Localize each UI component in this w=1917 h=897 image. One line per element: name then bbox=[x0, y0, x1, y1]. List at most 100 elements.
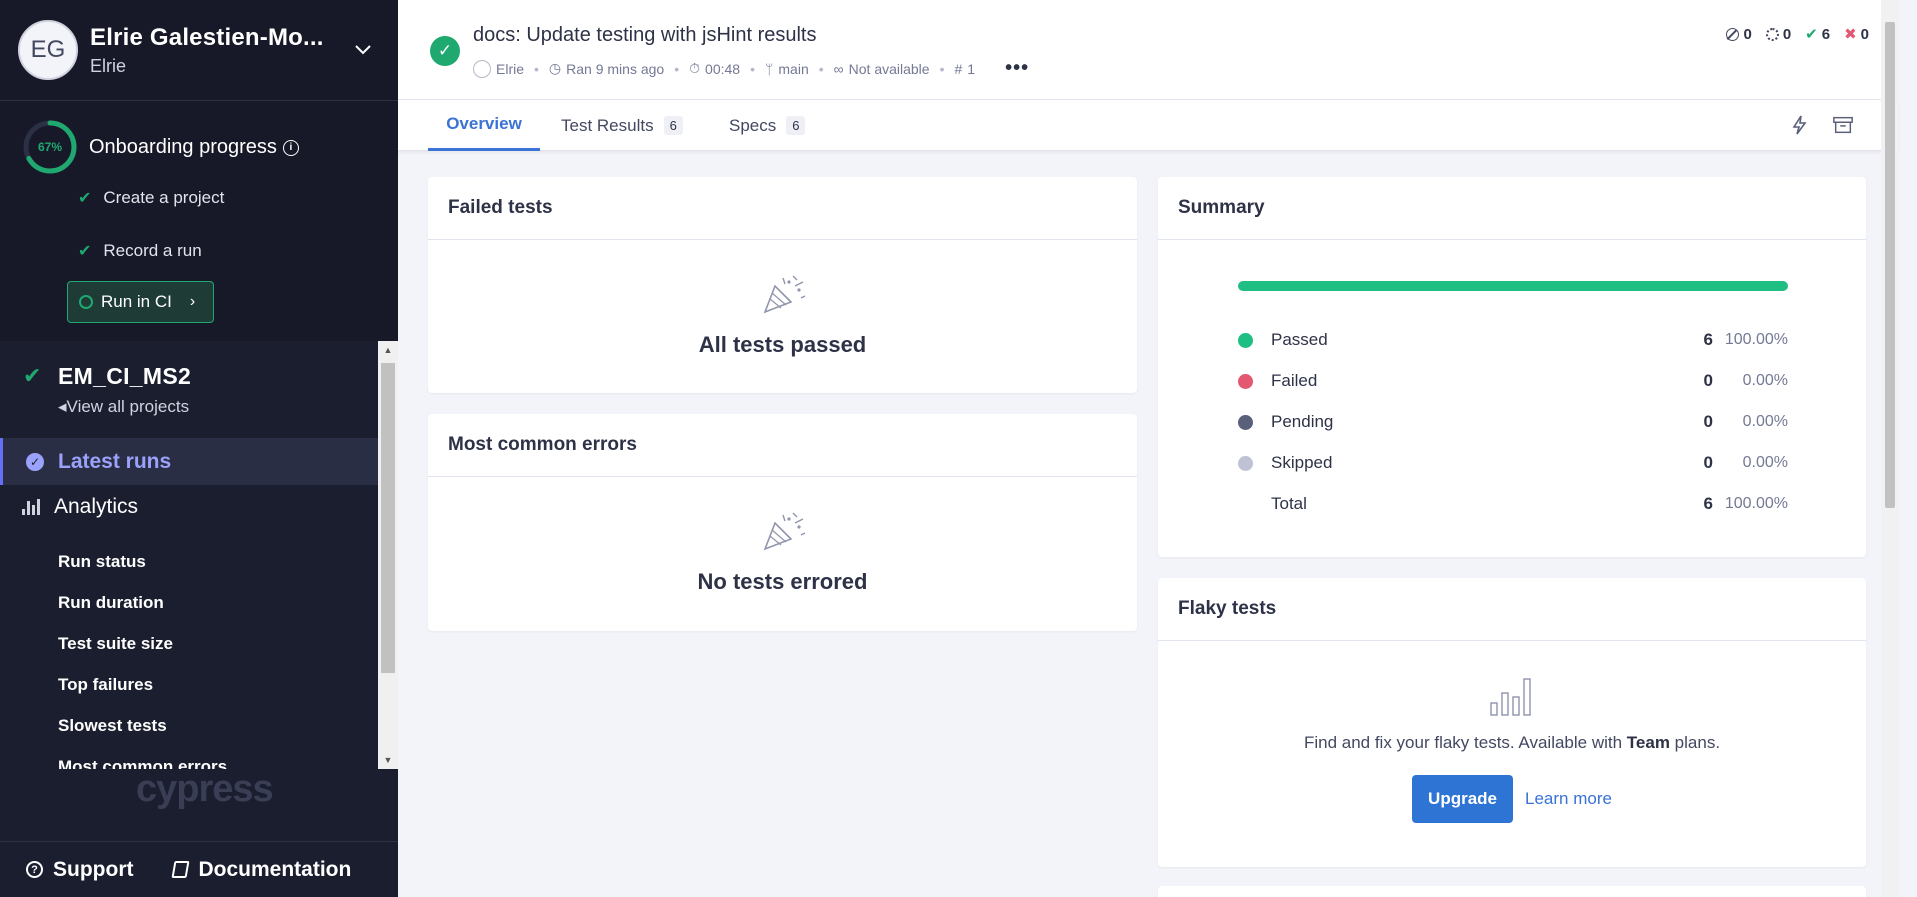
passed-status-icon: ✓ bbox=[430, 36, 460, 66]
archive-icon[interactable] bbox=[1832, 114, 1854, 136]
nav-top-failures[interactable]: Top failures bbox=[58, 675, 153, 695]
party-popper-icon bbox=[763, 275, 805, 314]
summary-row-total: Total 6 100.00% bbox=[1271, 494, 1788, 513]
empty-state-text: No tests errored bbox=[697, 569, 868, 594]
failed-count: ✖ 0 bbox=[1844, 25, 1869, 44]
sidebar-footer: ? Support Documentation bbox=[0, 841, 398, 897]
onboarding-step: ✔ Create a project bbox=[78, 188, 225, 207]
summary-row-pending: Pending 0 0.00% bbox=[1238, 410, 1788, 434]
bar-chart-icon bbox=[22, 499, 40, 515]
flaky-description: Find and fix your flaky tests. Available… bbox=[1303, 733, 1721, 752]
run-header: ✓ docs: Update testing with jsHint resul… bbox=[398, 0, 1899, 100]
onboarding-title: Onboarding progress i bbox=[89, 136, 299, 159]
summary-card: Summary Passed 6 100.00% Failed 0 0.00% … bbox=[1158, 177, 1866, 557]
onboarding-step: ✔ Record a run bbox=[78, 241, 202, 260]
scroll-thumb[interactable] bbox=[381, 363, 395, 673]
org-switcher[interactable]: EG Elrie Galestien-Mo... Elrie bbox=[0, 0, 398, 101]
clock-icon: ◷ bbox=[548, 60, 562, 76]
question-icon: ? bbox=[26, 861, 43, 878]
sidebar: EG Elrie Galestien-Mo... Elrie 67% Onboa… bbox=[0, 0, 398, 897]
card-title: Most common errors bbox=[428, 414, 1137, 477]
scroll-up-icon[interactable]: ▲ bbox=[378, 341, 398, 359]
run-meta: Elrie • ◷ Ran 9 mins ago • ⏱ 00:48 • ᛘ main… bbox=[473, 57, 1029, 80]
learn-more-link[interactable]: Learn more bbox=[1525, 789, 1612, 809]
nav-run-duration[interactable]: Run duration bbox=[58, 593, 164, 613]
nav-slowest-tests[interactable]: Slowest tests bbox=[58, 716, 167, 736]
check-icon: ✔ bbox=[1805, 26, 1818, 43]
tab-test-results[interactable]: Test Results 6 bbox=[561, 100, 683, 151]
chevron-right-icon: › bbox=[189, 293, 196, 310]
avatar: EG bbox=[18, 20, 78, 80]
run-in-ci-button[interactable]: Run in CI › bbox=[67, 281, 214, 323]
scroll-thumb[interactable] bbox=[1885, 22, 1895, 508]
circle-icon bbox=[79, 295, 93, 309]
onboarding-percent: 67% bbox=[37, 140, 63, 154]
onboarding-panel: 67% Onboarding progress i ✔ Create a pro… bbox=[0, 101, 398, 341]
run-counts: 0 0 ✔ 6 ✖ 0 bbox=[1726, 25, 1869, 43]
run-branch: ᛘ main bbox=[764, 60, 809, 77]
common-errors-card: Most common errors No tests errored bbox=[428, 414, 1137, 631]
support-link[interactable]: ? Support bbox=[26, 858, 133, 882]
page-scrollbar[interactable] bbox=[1881, 0, 1899, 897]
more-options-icon[interactable]: ••• bbox=[1005, 57, 1029, 80]
check-icon: ✔ bbox=[78, 243, 92, 260]
nav-run-status[interactable]: Run status bbox=[58, 552, 146, 572]
run-ci: ∞ Not available bbox=[833, 60, 930, 77]
party-popper-icon bbox=[763, 512, 805, 551]
view-all-projects-link[interactable]: ◂View all projects bbox=[58, 397, 189, 417]
summary-progress-bar bbox=[1238, 281, 1788, 291]
skipped-dot bbox=[1238, 455, 1253, 471]
nav-test-suite-size[interactable]: Test suite size bbox=[58, 634, 173, 654]
tab-overview[interactable]: Overview bbox=[428, 100, 540, 151]
summary-row-skipped: Skipped 0 0.00% bbox=[1238, 451, 1788, 475]
tab-count-badge: 6 bbox=[786, 116, 806, 135]
bar-chart-icon bbox=[1490, 678, 1531, 716]
check-icon: ✔ bbox=[78, 190, 92, 207]
next-card bbox=[1158, 886, 1866, 897]
pending-dot bbox=[1238, 414, 1253, 430]
project-name: EM_CI_MS2 bbox=[58, 363, 192, 389]
passed-count: ✔ 6 bbox=[1805, 25, 1831, 44]
pending-count: 0 bbox=[1765, 25, 1791, 43]
tab-count-badge: 6 bbox=[663, 116, 683, 135]
check-circle-icon: ✓ bbox=[26, 452, 44, 471]
flaky-lightning-icon[interactable] bbox=[1789, 114, 1811, 136]
flaky-tests-card: Flaky tests Find and fix your flaky test… bbox=[1158, 578, 1866, 867]
nav-latest-runs[interactable]: ✓ Latest runs bbox=[0, 438, 378, 485]
nav-analytics[interactable]: Analytics bbox=[22, 495, 138, 519]
run-duration: ⏱ 00:48 bbox=[689, 60, 741, 77]
run-time: ◷ Ran 9 mins ago bbox=[548, 60, 665, 77]
empty-state-text: All tests passed bbox=[698, 332, 867, 357]
branch-icon: ᛘ bbox=[764, 60, 774, 77]
x-icon: ✖ bbox=[1844, 26, 1857, 43]
chevron-down-icon[interactable] bbox=[354, 40, 372, 58]
user-icon bbox=[473, 59, 491, 78]
book-icon bbox=[171, 861, 190, 878]
info-icon[interactable]: i bbox=[282, 139, 299, 156]
card-title: Summary bbox=[1158, 177, 1866, 240]
card-title: Flaky tests bbox=[1158, 578, 1866, 641]
documentation-link[interactable]: Documentation bbox=[171, 858, 351, 882]
cypress-logo: cypress bbox=[136, 768, 274, 810]
check-icon: ✔ bbox=[23, 363, 42, 388]
run-tabs: Overview Test Results 6 Specs 6 bbox=[398, 100, 1899, 151]
stopwatch-icon: ⏱ bbox=[689, 60, 701, 76]
org-name: Elrie Galestien-Mo... bbox=[90, 23, 324, 51]
passed-dot bbox=[1238, 332, 1253, 348]
run-number: #1 bbox=[954, 60, 976, 77]
run-author: Elrie bbox=[473, 59, 524, 78]
main-content: ✓ docs: Update testing with jsHint resul… bbox=[398, 0, 1899, 897]
pending-icon bbox=[1765, 27, 1779, 41]
summary-row-failed: Failed 0 0.00% bbox=[1238, 369, 1788, 393]
org-user: Elrie bbox=[90, 55, 127, 76]
skipped-icon bbox=[1726, 27, 1740, 41]
project-nav: ✔ EM_CI_MS2 ◂View all projects ✓ Latest … bbox=[0, 341, 378, 769]
tab-specs[interactable]: Specs 6 bbox=[729, 100, 806, 151]
upgrade-button[interactable]: Upgrade bbox=[1412, 775, 1514, 823]
failed-dot bbox=[1238, 373, 1253, 389]
failed-tests-card: Failed tests All tests passed bbox=[428, 177, 1137, 393]
summary-row-passed: Passed 6 100.00% bbox=[1238, 328, 1788, 352]
sidebar-scrollbar[interactable]: ▲ ▼ bbox=[378, 341, 398, 769]
scroll-down-icon[interactable]: ▼ bbox=[378, 751, 398, 769]
card-title: Failed tests bbox=[428, 177, 1137, 240]
